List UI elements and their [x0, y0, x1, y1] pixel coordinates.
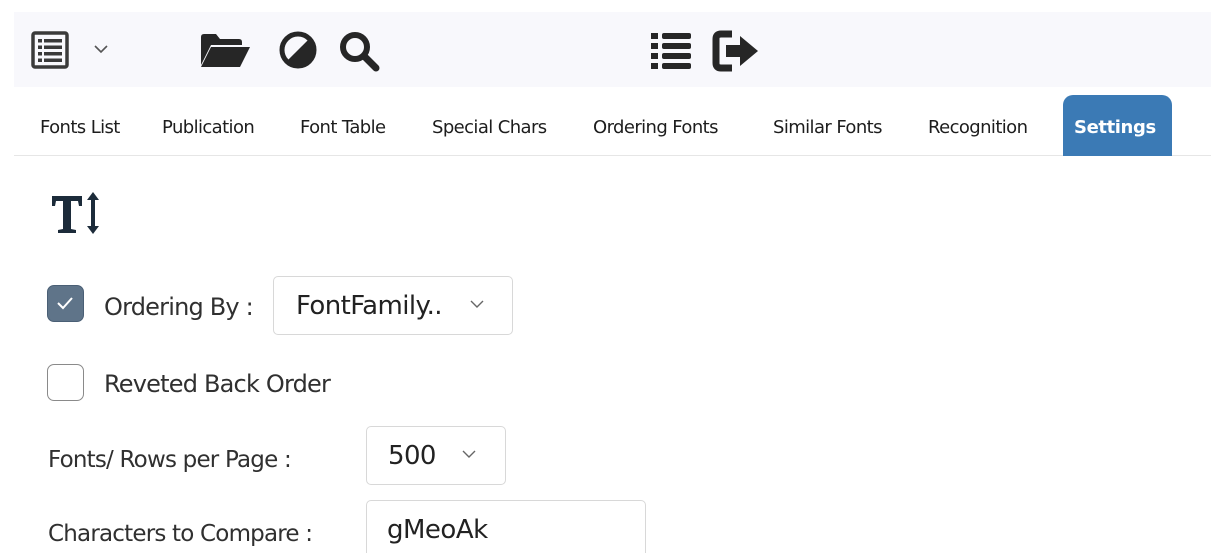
settings-panel: Ordering By : FontFamily.. Reveted Back …: [0, 160, 1211, 553]
sign-out-icon[interactable]: [711, 29, 763, 73]
list-view-icon[interactable]: [30, 30, 70, 70]
list-icon[interactable]: [648, 29, 694, 73]
folder-open-icon[interactable]: [198, 30, 252, 70]
search-icon[interactable]: [336, 28, 382, 74]
tab-bar: Fonts List Publication Font Table Specia…: [14, 95, 1211, 156]
tab-font-table[interactable]: Font Table: [300, 95, 386, 156]
rows-per-page-value: 500: [388, 440, 436, 471]
ordering-by-select[interactable]: FontFamily..: [273, 276, 513, 335]
tab-publication[interactable]: Publication: [162, 95, 255, 156]
compare-chars-input[interactable]: gMeoAk: [366, 500, 646, 553]
tab-fonts-list[interactable]: Fonts List: [40, 95, 120, 156]
text-height-icon: [50, 192, 106, 236]
chevron-down-icon: [462, 450, 476, 458]
check-icon: [57, 297, 73, 310]
tab-similar-fonts[interactable]: Similar Fonts: [773, 95, 882, 156]
reversed-order-checkbox[interactable]: [47, 364, 84, 401]
tab-recognition[interactable]: Recognition: [928, 95, 1028, 156]
toolbar: [14, 12, 1211, 87]
chevron-down-icon: [470, 300, 484, 308]
contrast-icon[interactable]: [277, 29, 319, 71]
tab-settings[interactable]: Settings: [1063, 95, 1172, 156]
reversed-order-label: Reveted Back Order: [104, 370, 331, 398]
ordering-by-checkbox[interactable]: [47, 285, 84, 322]
rows-per-page-label: Fonts/ Rows per Page :: [48, 447, 292, 473]
rows-per-page-select[interactable]: 500: [366, 426, 506, 485]
ordering-by-value: FontFamily..: [296, 290, 443, 321]
compare-chars-label: Characters to Compare :: [48, 521, 313, 547]
tab-ordering-fonts[interactable]: Ordering Fonts: [593, 95, 718, 156]
chevron-down-icon[interactable]: [92, 42, 110, 56]
tab-special-chars[interactable]: Special Chars: [432, 95, 547, 156]
ordering-by-label: Ordering By :: [104, 293, 254, 321]
